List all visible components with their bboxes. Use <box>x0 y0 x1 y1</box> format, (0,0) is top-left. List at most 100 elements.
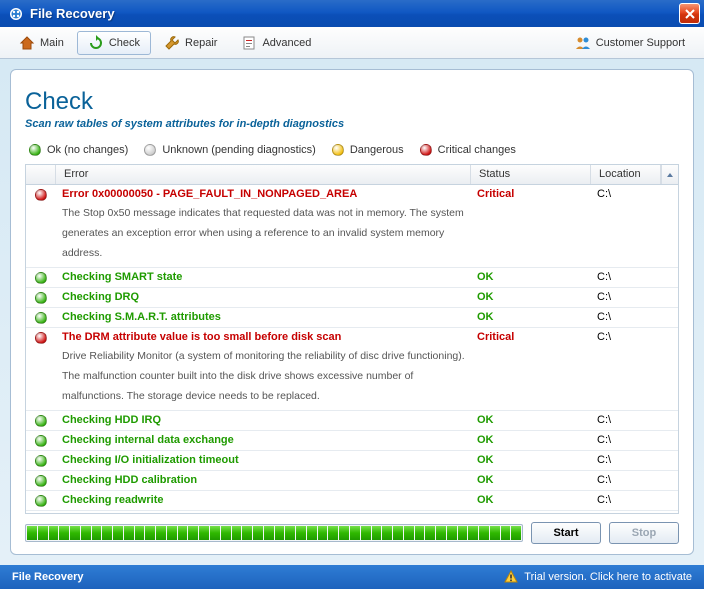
check-button[interactable]: Check <box>77 31 151 55</box>
progress-segment <box>27 526 37 540</box>
row-indicator <box>26 328 56 410</box>
progress-segment <box>404 526 414 540</box>
row-indicator <box>26 491 56 510</box>
row-error: Checking readwrite <box>56 491 471 510</box>
table-row[interactable]: Checking HDD calibrationOKC:\ <box>26 471 678 491</box>
row-location: C:\ <box>591 411 678 430</box>
row-status: OK <box>471 308 591 327</box>
progress-segment <box>393 526 403 540</box>
col-error[interactable]: Error <box>56 165 471 184</box>
col-indicator[interactable] <box>26 165 56 184</box>
green-dot-icon <box>35 415 47 427</box>
progress-segment <box>458 526 468 540</box>
results-table: Error Status Location Error 0x00000050 -… <box>25 164 679 514</box>
people-icon <box>575 35 591 51</box>
table-row[interactable]: Checking HDD IRQOKC:\ <box>26 411 678 431</box>
green-dot-icon <box>35 495 47 507</box>
row-location: C:\ <box>591 308 678 327</box>
document-icon <box>241 35 257 51</box>
legend-unknown: Unknown (pending diagnostics) <box>144 144 315 156</box>
col-status[interactable]: Status <box>471 165 591 184</box>
row-status: OK <box>471 491 591 510</box>
table-row[interactable]: Checking DRQOKC:\ <box>26 288 678 308</box>
progress-segment <box>425 526 435 540</box>
table-body[interactable]: Error 0x00000050 - PAGE_FAULT_IN_NONPAGE… <box>26 185 678 513</box>
progress-segment <box>511 526 521 540</box>
row-title: Checking internal data exchange <box>62 434 465 446</box>
legend-dangerous-label: Dangerous <box>350 144 404 156</box>
table-row[interactable]: The DRM attribute value is too small bef… <box>26 328 678 411</box>
row-status: OK <box>471 431 591 450</box>
red-dot-icon <box>35 332 47 344</box>
row-location: C:\ <box>591 328 678 410</box>
progress-segment <box>81 526 91 540</box>
green-dot-icon <box>35 455 47 467</box>
legend-unknown-label: Unknown (pending diagnostics) <box>162 144 315 156</box>
row-title: The DRM attribute value is too small bef… <box>62 331 465 343</box>
table-row[interactable]: Checking readwriteOKC:\ <box>26 491 678 511</box>
check-label: Check <box>109 37 140 49</box>
progress-segment <box>210 526 220 540</box>
progress-segment <box>102 526 112 540</box>
scroll-up-button[interactable] <box>661 165 678 184</box>
refresh-icon <box>88 35 104 51</box>
legend-ok-label: Ok (no changes) <box>47 144 128 156</box>
progress-segment <box>135 526 145 540</box>
progress-segment <box>178 526 188 540</box>
advanced-button[interactable]: Advanced <box>230 31 322 55</box>
wrench-icon <box>164 35 180 51</box>
progress-segment <box>339 526 349 540</box>
row-indicator <box>26 471 56 490</box>
window-title: File Recovery <box>30 6 679 21</box>
app-icon <box>8 6 24 22</box>
progress-bar <box>25 524 523 542</box>
row-indicator <box>26 288 56 307</box>
row-title: Checking SMART state <box>62 271 465 283</box>
legend: Ok (no changes) Unknown (pending diagnos… <box>25 144 679 156</box>
row-desc: The Stop 0x50 message indicates that req… <box>62 204 465 264</box>
support-button[interactable]: Customer Support <box>564 31 696 55</box>
progress-segment <box>447 526 457 540</box>
trial-text: Trial version. Click here to activate <box>524 571 692 583</box>
progress-segment <box>124 526 134 540</box>
progress-segment <box>264 526 274 540</box>
progress-segment <box>199 526 209 540</box>
green-dot-icon <box>29 144 41 156</box>
row-location: C:\ <box>591 471 678 490</box>
progress-segment <box>382 526 392 540</box>
table-row[interactable]: Error 0x00000050 - PAGE_FAULT_IN_NONPAGE… <box>26 185 678 268</box>
start-button[interactable]: Start <box>531 522 601 544</box>
legend-dangerous: Dangerous <box>332 144 404 156</box>
red-dot-icon <box>35 189 47 201</box>
progress-segment <box>59 526 69 540</box>
progress-segment <box>221 526 231 540</box>
progress-segment <box>38 526 48 540</box>
chevron-up-icon <box>666 171 674 179</box>
row-error: Checking DRQ <box>56 288 471 307</box>
main-button[interactable]: Main <box>8 31 75 55</box>
row-location: C:\ <box>591 451 678 470</box>
progress-segment <box>188 526 198 540</box>
row-title: Checking I/O initialization timeout <box>62 454 465 466</box>
close-icon <box>685 9 695 19</box>
row-location: C:\ <box>591 491 678 510</box>
warning-icon <box>504 570 518 584</box>
red-dot-icon <box>420 144 432 156</box>
row-indicator <box>26 411 56 430</box>
table-row[interactable]: Checking internal data exchangeOKC:\ <box>26 431 678 451</box>
activate-link[interactable]: Trial version. Click here to activate <box>504 570 692 584</box>
progress-segment <box>275 526 285 540</box>
row-error: The DRM attribute value is too small bef… <box>56 328 471 410</box>
progress-segment <box>113 526 123 540</box>
titlebar: File Recovery <box>0 0 704 27</box>
green-dot-icon <box>35 435 47 447</box>
repair-button[interactable]: Repair <box>153 31 228 55</box>
stop-button[interactable]: Stop <box>609 522 679 544</box>
table-row[interactable]: Checking I/O initialization timeoutOKC:\ <box>26 451 678 471</box>
main-area: Check Scan raw tables of system attribut… <box>0 59 704 565</box>
close-button[interactable] <box>679 3 700 24</box>
table-row[interactable]: Checking S.M.A.R.T. attributesOKC:\ <box>26 308 678 328</box>
col-location[interactable]: Location <box>591 165 661 184</box>
row-status: OK <box>471 288 591 307</box>
table-row[interactable]: Checking SMART stateOKC:\ <box>26 268 678 288</box>
